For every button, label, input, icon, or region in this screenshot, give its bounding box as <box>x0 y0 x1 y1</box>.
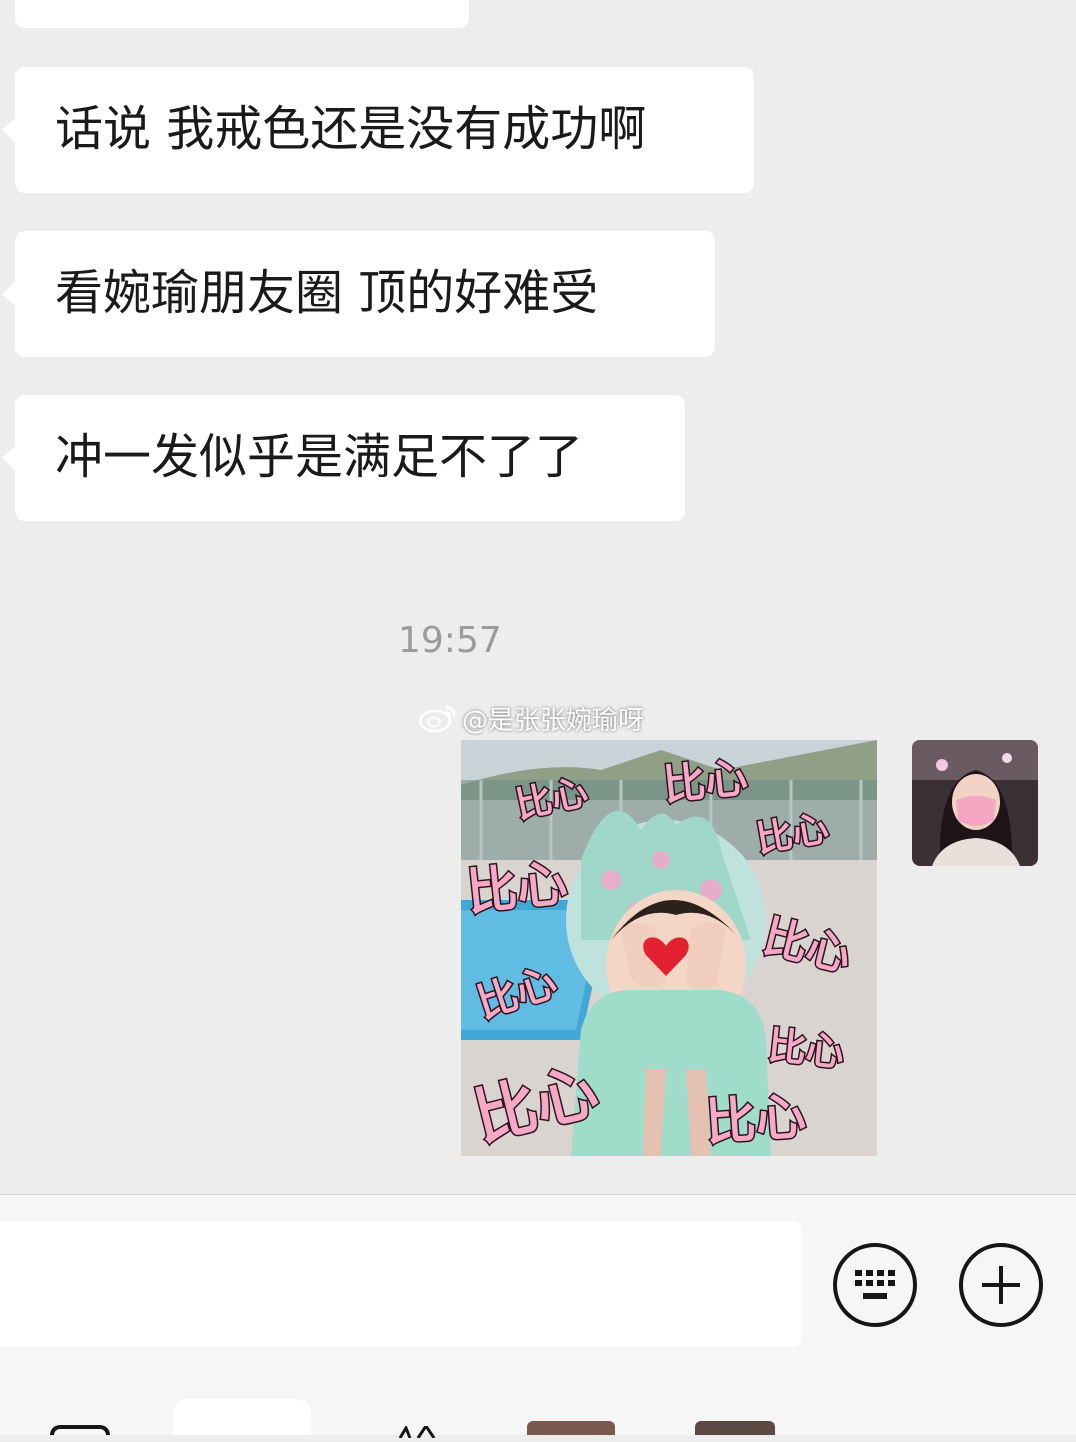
sticker-thumbnail[interactable] <box>695 1421 775 1435</box>
keyboard-icon <box>855 1270 895 1299</box>
message-bubble[interactable]: 冲一发似乎是满足不了了 <box>2 395 685 521</box>
message-text: 冲一发似乎是满足不了了 <box>55 429 584 485</box>
weibo-watermark: @是张张婉瑜呀 <box>418 700 644 736</box>
weibo-icon <box>418 705 456 733</box>
message-bubble[interactable]: 看婉瑜朋友圈 顶的好难受 <box>2 231 715 357</box>
sticker-caption: 比心 <box>704 1087 808 1152</box>
favorite-sticker-icon[interactable] <box>396 1423 436 1439</box>
watermark-text: @是张张婉瑜呀 <box>462 705 645 736</box>
plus-icon <box>982 1266 1020 1304</box>
emoji-tab-selected[interactable] <box>173 1399 311 1435</box>
sticker-thumbnail[interactable] <box>527 1421 615 1435</box>
sticker-captions: 比心 比心 比心 比心 比心 比心 比心 比心 比心 <box>463 751 858 1156</box>
sticker-image[interactable]: 比心 比心 比心 比心 比心 比心 比心 比心 比心 <box>461 740 877 1156</box>
sticker-caption: 比心 <box>661 752 750 810</box>
sticker-caption: 比心 <box>472 959 562 1027</box>
avatar[interactable] <box>912 740 1038 866</box>
emoji-tray <box>0 1395 1076 1439</box>
message-text: 话说 我戒色还是没有成功啊 <box>55 101 647 157</box>
chat-area: 话说 我戒色还是没有成功啊 看婉瑜朋友圈 顶的好难受 冲一发似乎是满足不了了 1… <box>0 0 1076 1194</box>
message-input[interactable] <box>0 1221 802 1347</box>
message-bubble[interactable]: 话说 我戒色还是没有成功啊 <box>2 67 754 193</box>
add-button[interactable] <box>959 1243 1043 1327</box>
avatar-image <box>912 740 1038 866</box>
sticker-caption: 比心 <box>464 854 570 922</box>
sticker-caption: 比心 <box>512 772 591 827</box>
sticker-caption: 比心 <box>766 1023 846 1075</box>
keyboard-button[interactable] <box>833 1243 917 1327</box>
message-bubble-partial[interactable] <box>15 0 469 28</box>
message-timestamp: 19:57 <box>398 620 502 661</box>
sticker-caption: 比心 <box>758 911 856 982</box>
input-bar <box>0 1194 1076 1439</box>
sticker-caption: 比心 <box>467 1054 605 1155</box>
message-text: 看婉瑜朋友圈 顶的好难受 <box>55 265 599 321</box>
sticker-caption: 比心 <box>753 808 831 861</box>
star-icon <box>398 1423 436 1439</box>
